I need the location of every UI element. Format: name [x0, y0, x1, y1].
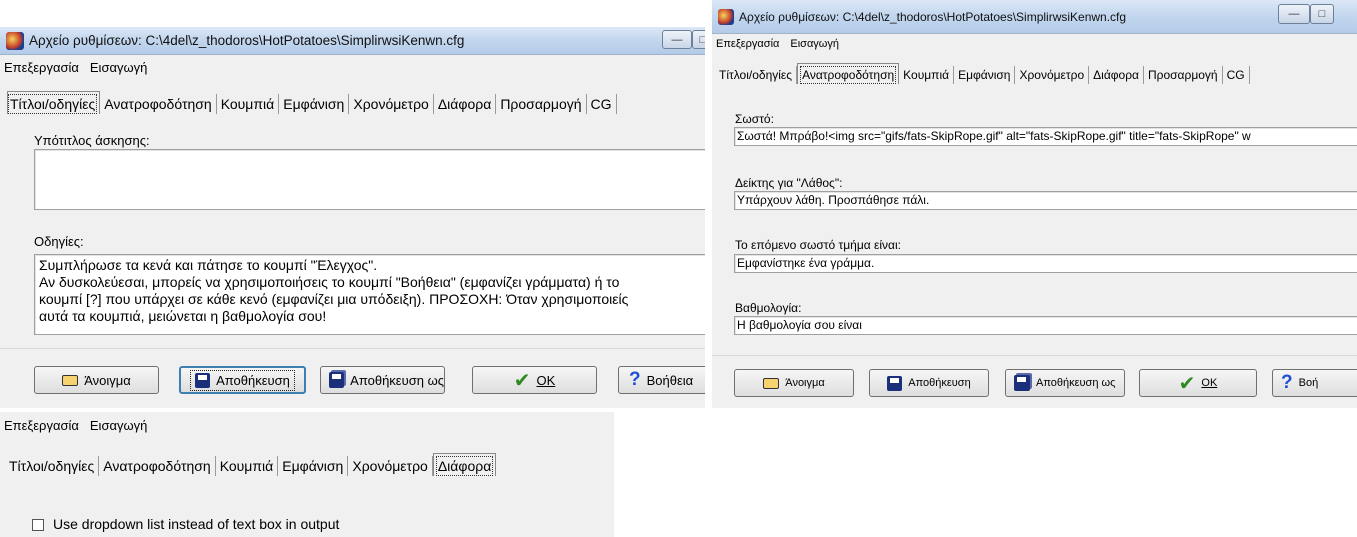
instructions-label: Οδηγίες:: [34, 234, 84, 249]
dropdown-list-checkbox-label[interactable]: Use dropdown list instead of text box in…: [53, 516, 339, 532]
title-bar[interactable]: Αρχείο ρυθμίσεων: C:\4del\z_thodoros\Hot…: [712, 0, 1357, 34]
folder-open-icon: [763, 377, 780, 389]
open-button[interactable]: Άνοιγμα: [734, 369, 854, 397]
button-bar: Άνοιγμα Αποθήκευση Αποθήκευση ως ✔ OK ? …: [712, 355, 1357, 408]
menu-bar: Επεξεργασία Εισαγωγή: [712, 34, 1357, 54]
menu-bar: Επεξεργασία Εισαγωγή: [0, 56, 705, 78]
menu-edit[interactable]: Επεξεργασία: [0, 418, 86, 433]
tab-timer[interactable]: Χρονόμετρο: [1015, 66, 1090, 84]
tab-feedback[interactable]: Ανατροφοδότηση: [100, 94, 217, 114]
button-bar: Άνοιγμα Αποθήκευση Αποθήκευση ως ✔ OK ? …: [0, 348, 705, 408]
save-as-button[interactable]: Αποθήκευση ως: [1005, 369, 1125, 397]
score-label: Βαθμολογία:: [735, 301, 802, 315]
instructions-line: Αν δυσκολεύεσαι, μπορείς να χρησιμοποιήσ…: [39, 274, 620, 290]
save-button[interactable]: Αποθήκευση: [179, 366, 306, 394]
next-part-input[interactable]: Εμφανίστηκε ένα γράμμα.: [734, 254, 1357, 273]
tab-titles-instructions[interactable]: Τίτλοι/οδηγίες: [717, 66, 798, 84]
minimize-button[interactable]: —: [662, 30, 692, 49]
tab-appearance[interactable]: Εμφάνιση: [278, 456, 349, 476]
help-question-icon: ?: [1281, 372, 1293, 393]
score-input[interactable]: Η βαθμολογία σου είναι: [734, 316, 1357, 335]
subtitle-textarea[interactable]: [34, 149, 705, 210]
correct-label: Σωστό:: [735, 112, 774, 126]
wrong-hint-input[interactable]: Υπάρχουν λάθη. Προσπάθησε πάλι.: [734, 191, 1357, 210]
tab-feedback[interactable]: Ανατροφοδότηση: [797, 63, 900, 84]
tab-buttons[interactable]: Κουμπιά: [217, 94, 280, 114]
menu-edit[interactable]: Επεξεργασία: [0, 60, 86, 75]
tab-misc[interactable]: Διάφορα: [1089, 66, 1144, 84]
help-button[interactable]: ? Βοήθεια: [618, 366, 705, 394]
instructions-textarea[interactable]: Συμπλήρωσε τα κενά και πάτησε το κουμπί …: [34, 254, 705, 335]
save-button[interactable]: Αποθήκευση: [869, 369, 989, 397]
ok-button[interactable]: ✔ OK: [472, 366, 597, 394]
hot-potatoes-icon: [718, 8, 734, 25]
checkmark-icon: ✔: [1178, 372, 1196, 395]
tab-cgi[interactable]: CG: [1223, 66, 1250, 84]
tab-strip: Τίτλοι/οδηγίες Ανατροφοδότηση Κουμπιά Εμ…: [7, 91, 617, 114]
subtitle-label: Υπότιτλος άσκησης:: [34, 133, 150, 148]
checkmark-icon: ✔: [513, 369, 531, 392]
hot-potatoes-icon: [6, 31, 24, 50]
tab-appearance[interactable]: Εμφάνιση: [954, 66, 1016, 84]
floppy-disk-icon: [887, 375, 903, 391]
window-title: Αρχείο ρυθμίσεων: C:\4del\z_thodoros\Hot…: [739, 9, 1127, 24]
maximize-icon: □: [699, 33, 705, 46]
save-as-button[interactable]: Αποθήκευση ως: [320, 366, 445, 394]
window-title: Αρχείο ρυθμίσεων: C:\4del\z_thodoros\Hot…: [29, 33, 465, 48]
menu-insert[interactable]: Εισαγωγή: [86, 60, 154, 75]
instructions-line: αυτά τα κουμπιά, μειώνεται η βαθμολογία …: [39, 308, 327, 324]
floppy-disk-icon: [195, 372, 211, 388]
minimize-icon: —: [1288, 8, 1300, 20]
minimize-button[interactable]: —: [1278, 4, 1310, 24]
menu-bar: Επεξεργασία Εισαγωγή: [0, 414, 614, 436]
tab-timer[interactable]: Χρονόμετρο: [348, 456, 433, 476]
maximize-button[interactable]: □: [1310, 4, 1334, 24]
instructions-line: Συμπλήρωσε τα κενά και πάτησε το κουμπί …: [39, 257, 378, 273]
open-button[interactable]: Άνοιγμα: [34, 366, 159, 394]
floppy-disks-icon: [329, 372, 345, 388]
floppy-disks-icon: [1014, 375, 1030, 391]
tab-feedback[interactable]: Ανατροφοδότηση: [99, 456, 216, 476]
settings-window-left: Αρχείο ρυθμίσεων: C:\4del\z_thodoros\Hot…: [0, 27, 705, 408]
instructions-line: κουμπί [?] που υπάρχει σε κάθε κενό (εμφ…: [39, 291, 629, 307]
menu-edit[interactable]: Επεξεργασία: [712, 38, 786, 50]
settings-window-bottom: Επεξεργασία Εισαγωγή Τίτλοι/οδηγίες Ανατ…: [0, 412, 614, 537]
dropdown-list-checkbox[interactable]: [32, 519, 44, 531]
menu-insert[interactable]: Εισαγωγή: [86, 418, 154, 433]
wrong-hint-label: Δείκτης για "Λάθος":: [735, 176, 843, 190]
tab-cgi[interactable]: CG: [587, 94, 617, 114]
next-part-label: Το επόμενο σωστό τμήμα είναι:: [735, 238, 901, 252]
ok-button[interactable]: ✔ OK: [1139, 369, 1257, 397]
maximize-icon: □: [1318, 8, 1326, 20]
help-question-icon: ?: [629, 369, 641, 390]
title-bar[interactable]: Αρχείο ρυθμίσεων: C:\4del\z_thodoros\Hot…: [0, 27, 705, 55]
tab-strip: Τίτλοι/οδηγίες Ανατροφοδότηση Κουμπιά Εμ…: [7, 453, 497, 476]
help-button[interactable]: ? Βοή: [1272, 369, 1357, 397]
tab-buttons[interactable]: Κουμπιά: [899, 66, 955, 84]
tab-strip: Τίτλοι/οδηγίες Ανατροφοδότηση Κουμπιά Εμ…: [717, 63, 1250, 84]
correct-input[interactable]: Σωστά! Μπράβο!<img src="gifs/fats-SkipRo…: [734, 127, 1357, 146]
tab-misc[interactable]: Διάφορα: [434, 94, 497, 114]
tab-timer[interactable]: Χρονόμετρο: [349, 94, 434, 114]
tab-titles-instructions[interactable]: Τίτλοι/οδηγίες: [7, 91, 101, 114]
tab-appearance[interactable]: Εμφάνιση: [279, 94, 350, 114]
tab-customize[interactable]: Προσαρμογή: [1144, 66, 1223, 84]
tab-titles-instructions[interactable]: Τίτλοι/οδηγίες: [7, 456, 100, 476]
folder-open-icon: [62, 374, 79, 386]
settings-window-right: Αρχείο ρυθμίσεων: C:\4del\z_thodoros\Hot…: [712, 0, 1357, 408]
maximize-button[interactable]: □: [692, 30, 705, 49]
menu-insert[interactable]: Εισαγωγή: [786, 38, 846, 50]
tab-misc[interactable]: Διάφορα: [432, 453, 497, 476]
tab-buttons[interactable]: Κουμπιά: [216, 456, 279, 476]
minimize-icon: —: [671, 33, 683, 46]
tab-customize[interactable]: Προσαρμογή: [496, 94, 587, 114]
